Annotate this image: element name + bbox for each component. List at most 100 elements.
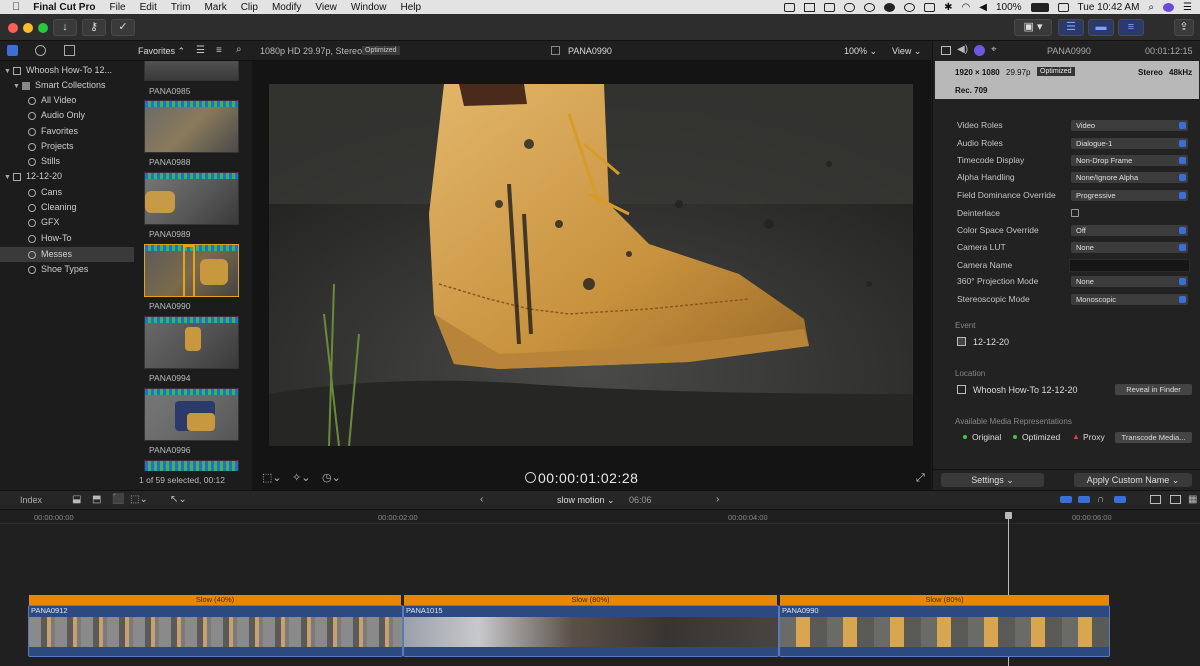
sidebar-item-all-video[interactable]: All Video (0, 93, 134, 108)
zoom-window-button[interactable] (38, 23, 48, 33)
spotlight-icon[interactable]: ⌕ (1148, 2, 1154, 13)
browser-toggle-button[interactable]: ☰ (1058, 19, 1084, 36)
history-forward-icon[interactable]: › (716, 494, 719, 505)
retime-bar[interactable]: Slow (80%) (404, 595, 777, 605)
sidebar-item-how-to[interactable]: How-To (0, 231, 134, 246)
close-window-button[interactable] (8, 23, 18, 33)
sidebar-library[interactable]: ▼ Whoosh How-To 12... (0, 63, 134, 78)
enhance-menu-icon[interactable]: ✧⌄ (292, 471, 310, 484)
transform-menu-icon[interactable]: ⬚⌄ (262, 471, 282, 484)
camera-lut-popup[interactable]: None (1071, 242, 1188, 253)
overwrite-clip-icon[interactable]: ⬚⌄ (130, 494, 148, 505)
transcode-media-button[interactable]: Transcode Media... (1115, 432, 1192, 443)
timecode-display-popup[interactable]: Non-Drop Frame (1071, 155, 1188, 166)
field-dominance-popup[interactable]: Progressive (1071, 190, 1188, 201)
projection-mode-popup[interactable]: None (1071, 276, 1188, 287)
skimming-icon[interactable] (1060, 496, 1072, 503)
eye-icon[interactable] (864, 2, 876, 12)
keywords-button[interactable]: ⚷ (82, 19, 106, 36)
play-button[interactable] (525, 472, 536, 483)
sidebar-item-gfx[interactable]: GFX (0, 215, 134, 230)
volume-icon[interactable]: ◀ (979, 2, 987, 13)
history-back-icon[interactable]: ‹ (480, 494, 483, 505)
stereoscopic-mode-popup[interactable]: Monoscopic (1071, 294, 1188, 305)
audio-skimming-icon[interactable] (1078, 496, 1090, 503)
menu-help[interactable]: Help (400, 2, 421, 13)
speed-menu-icon[interactable]: ◷⌄ (322, 471, 341, 484)
timeline-index-icon[interactable] (1170, 495, 1181, 504)
airplay-icon[interactable] (924, 2, 936, 12)
flag-icon[interactable] (824, 2, 836, 12)
favorites-filter[interactable]: Favorites ⌃ (138, 46, 185, 57)
timemachine-icon[interactable] (904, 2, 916, 12)
clip-appearance-icon[interactable] (1150, 495, 1161, 504)
search-icon[interactable]: ⌕ (236, 44, 242, 55)
share-button[interactable]: ⇪ (1174, 19, 1194, 36)
headphones-icon[interactable]: ∩ (1097, 494, 1104, 505)
camera-name-field[interactable] (1069, 259, 1190, 272)
sidebar-item-stills[interactable]: Stills (0, 154, 134, 169)
settings-button[interactable]: Settings ⌄ (941, 473, 1044, 487)
menu-trim[interactable]: Trim (171, 2, 191, 13)
insert-clip-icon[interactable]: ⬒ (92, 494, 101, 505)
screen-icon[interactable] (784, 2, 796, 12)
audio-tab-icon[interactable]: ◀) (957, 44, 968, 55)
alpha-handling-popup[interactable]: None/Ignore Alpha (1071, 172, 1188, 183)
photos-icon[interactable] (35, 45, 46, 56)
effects-browser-icon[interactable]: ▦ (1188, 494, 1197, 505)
select-tool-icon[interactable]: ↖⌄ (170, 494, 187, 505)
sidebar-item-cleaning[interactable]: Cleaning (0, 200, 134, 215)
connect-clip-icon[interactable]: ⬓ (72, 494, 81, 505)
menu-mark[interactable]: Mark (204, 2, 226, 13)
info-tab-icon-active[interactable] (974, 45, 985, 56)
menu-modify[interactable]: Modify (272, 2, 301, 13)
background-tasks-button[interactable]: ✓ (111, 19, 135, 36)
library-icon[interactable] (7, 45, 18, 56)
menu-app-name[interactable]: Final Cut Pro (33, 2, 95, 13)
timeline-clip[interactable]: PANA1015 (403, 605, 779, 657)
menu-window[interactable]: Window (351, 2, 387, 13)
menu-edit[interactable]: Edit (140, 2, 157, 13)
clip-appearance-icon[interactable]: ☰ (196, 45, 205, 56)
n-icon[interactable] (884, 2, 896, 12)
video-roles-popup[interactable]: Video (1071, 120, 1188, 131)
sidebar-item-favorites[interactable]: Favorites (0, 124, 134, 139)
dropbox-icon[interactable] (804, 2, 816, 12)
retime-bar[interactable]: Slow (80%) (780, 595, 1109, 605)
battery-percent[interactable]: 100% (996, 2, 1022, 13)
solo-icon[interactable] (1114, 496, 1126, 503)
fullscreen-icon[interactable]: ⤢ (916, 472, 925, 485)
import-button[interactable]: ↓ (53, 19, 77, 36)
bluetooth-icon[interactable]: ✱ (944, 2, 952, 13)
sidebar-item-messes[interactable]: Messes (0, 247, 134, 262)
wifi-icon[interactable]: ◠ (962, 2, 971, 13)
clip-thumbnail[interactable] (144, 460, 239, 471)
workspace-button[interactable]: ▣ ▾ (1014, 19, 1052, 36)
control-center-icon[interactable]: ☰ (1183, 2, 1192, 13)
deinterlace-checkbox[interactable] (1071, 209, 1079, 217)
project-name[interactable]: slow motion ⌄ (557, 495, 615, 506)
minimize-window-button[interactable] (23, 23, 33, 33)
clip-thumbnail[interactable] (144, 316, 239, 369)
menu-file[interactable]: File (109, 2, 125, 13)
timeline-ruler[interactable]: 00:00:00:00 00:00:02:00 00:00:04:00 00:0… (0, 510, 1200, 524)
viewer-video-frame[interactable] (269, 84, 913, 446)
sidebar-item-cans[interactable]: Cans (0, 185, 134, 200)
inspector-toggle-button[interactable]: ≡ (1118, 19, 1144, 36)
info-tab-icon[interactable] (941, 46, 951, 55)
cloud-icon[interactable] (844, 2, 856, 12)
clip-thumbnail-selected[interactable] (144, 244, 239, 297)
flag-us-icon[interactable] (1057, 2, 1069, 12)
menu-view[interactable]: View (315, 2, 337, 13)
share-tab-icon[interactable]: ⌖ (991, 44, 997, 55)
menubar-clock[interactable]: Tue 10:42 AM (1078, 2, 1140, 13)
sidebar-item-audio-only[interactable]: Audio Only (0, 108, 134, 123)
titles-icon[interactable] (64, 45, 75, 56)
apply-custom-name-button[interactable]: Apply Custom Name ⌄ (1074, 473, 1192, 487)
menu-clip[interactable]: Clip (241, 2, 258, 13)
clip-thumbnail[interactable] (144, 388, 239, 441)
reveal-in-finder-button[interactable]: Reveal in Finder (1115, 384, 1192, 395)
color-space-popup[interactable]: Off (1071, 225, 1188, 236)
sidebar-item-shoe-types[interactable]: Shoe Types (0, 262, 134, 277)
view-menu[interactable]: View ⌄ (892, 46, 921, 57)
